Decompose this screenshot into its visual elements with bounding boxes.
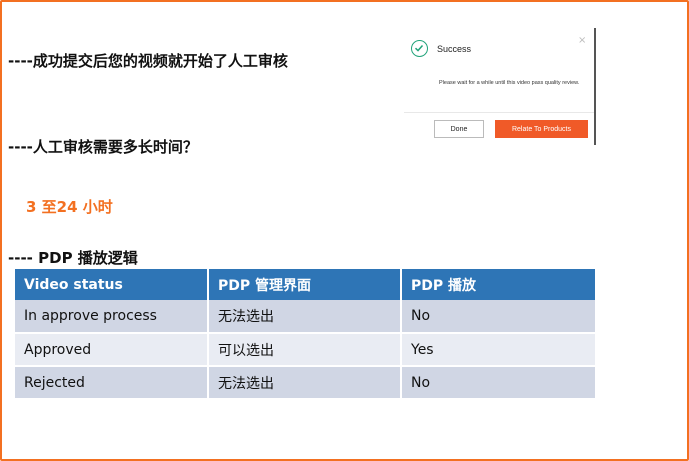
dialog-title: Success (437, 44, 472, 54)
table-cell: No (401, 366, 595, 400)
check-circle-icon (411, 40, 428, 57)
table-row: Rejected 无法选出 No (15, 366, 595, 400)
relate-to-products-button[interactable]: Relate To Products (495, 120, 588, 138)
pdp-logic-table: Video status PDP 管理界面 PDP 播放 In approve … (15, 269, 595, 400)
column-header: Video status (15, 269, 209, 300)
heading-review-duration: ----人工审核需要多长时间？ (8, 138, 198, 156)
table-cell: Yes (401, 333, 595, 367)
table-cell: 可以选出 (208, 333, 402, 367)
dialog-divider (404, 112, 594, 113)
table-cell: No (401, 300, 595, 334)
table-cell: In approve process (15, 300, 209, 334)
table-cell: 无法选出 (208, 300, 402, 334)
column-header: PDP 管理界面 (208, 269, 402, 300)
dialog-message: Please wait for a while until this video… (439, 80, 580, 86)
done-button[interactable]: Done (434, 120, 484, 138)
table-cell: Rejected (15, 366, 209, 400)
table-header-row: Video status PDP 管理界面 PDP 播放 (15, 269, 595, 300)
success-dialog: Success × Please wait for a while until … (404, 28, 596, 145)
table-cell: 无法选出 (208, 366, 402, 400)
heading-pdp-logic: ---- PDP 播放逻辑 (8, 249, 138, 267)
table-row: Approved 可以选出 Yes (15, 333, 595, 367)
heading-review-started: ----成功提交后您的视频就开始了人工审核 (8, 52, 288, 70)
table-row: In approve process 无法选出 No (15, 300, 595, 334)
close-icon[interactable]: × (578, 35, 586, 46)
table-cell: Approved (15, 333, 209, 367)
column-header: PDP 播放 (401, 269, 595, 300)
review-duration-answer: 3 至24 小时 (26, 198, 113, 216)
